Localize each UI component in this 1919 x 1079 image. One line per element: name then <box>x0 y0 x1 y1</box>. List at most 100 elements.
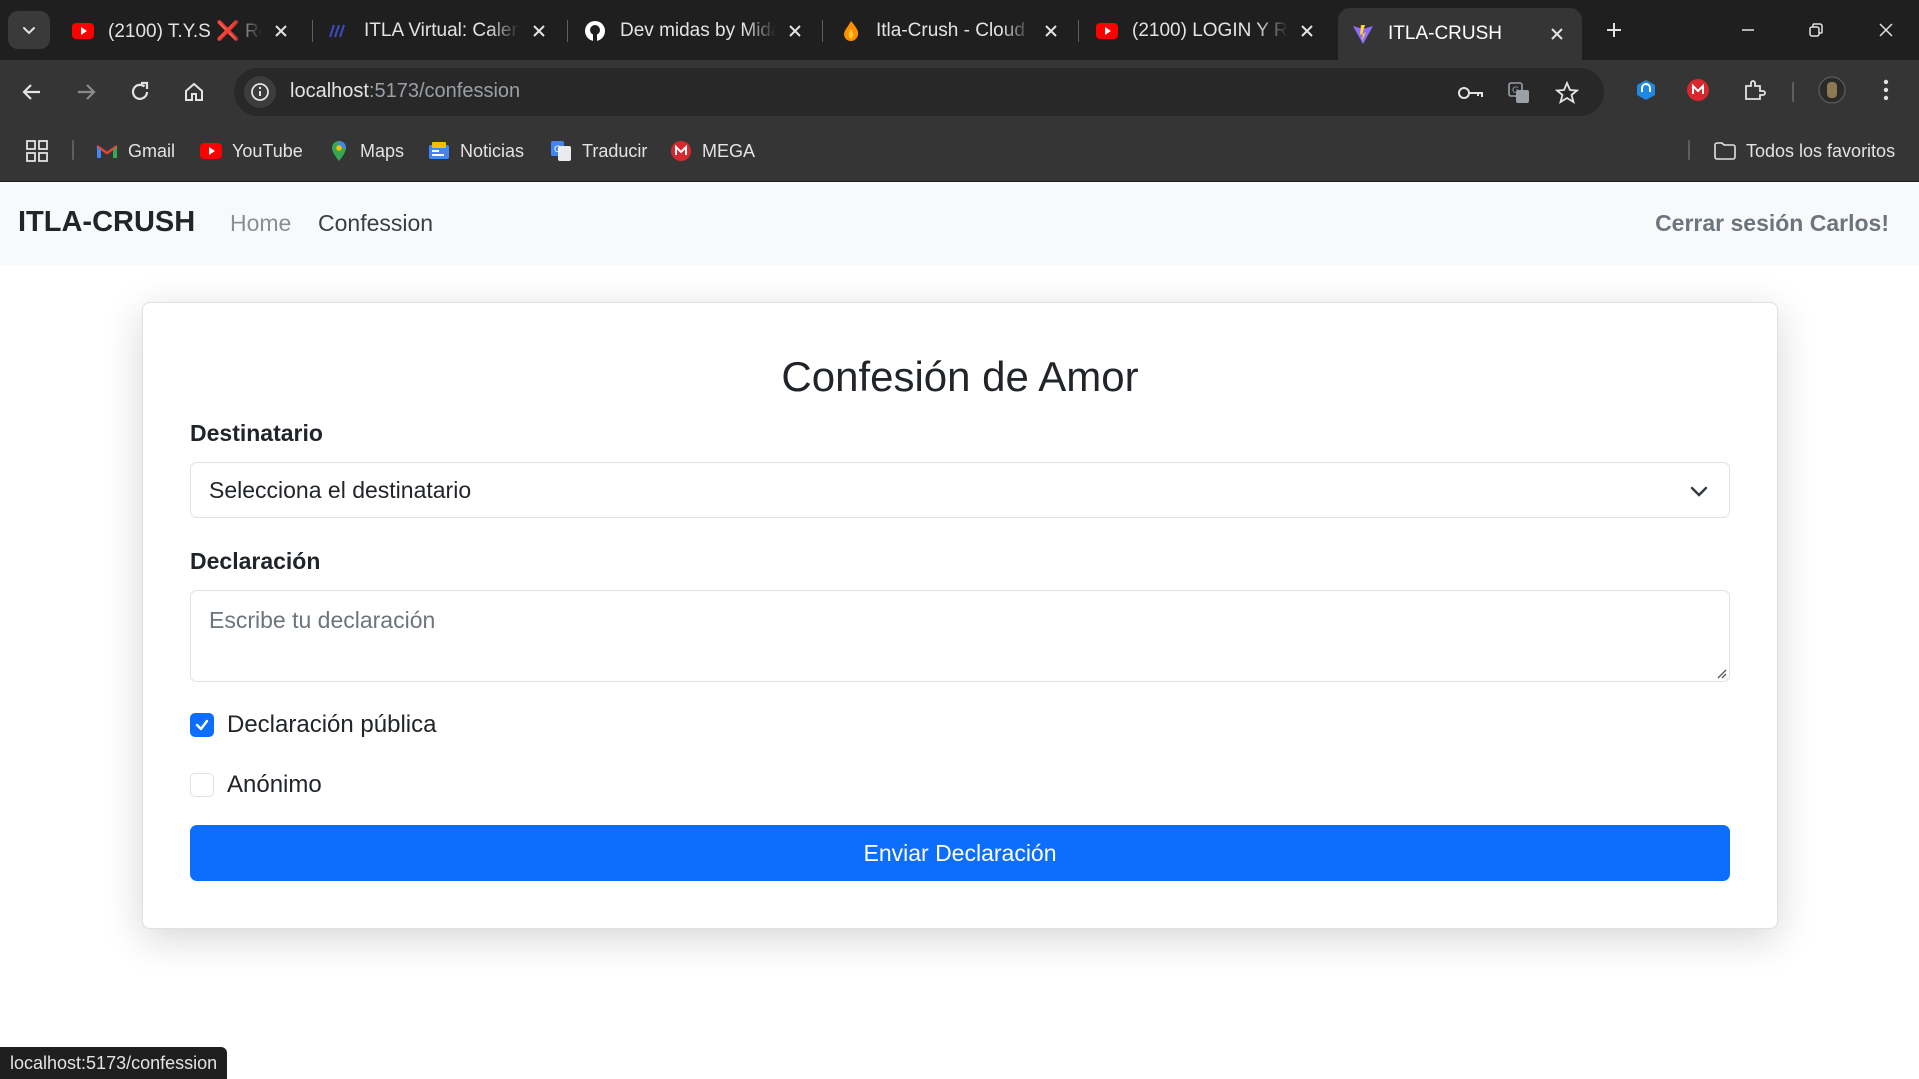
all-bookmarks-label: Todos los favoritos <box>1746 140 1896 161</box>
tab-title: (2100) LOGIN Y RE <box>1132 20 1288 41</box>
address-bar[interactable]: localhost:5173/confession G <box>234 68 1604 116</box>
bookmark-gmail[interactable]: Gmail <box>96 138 175 164</box>
password-key-icon[interactable] <box>1458 80 1484 106</box>
page-title: Confesión de Amor <box>781 353 1139 400</box>
public-checkbox[interactable] <box>190 713 214 737</box>
tab-firebase[interactable]: Itla-Crush - Cloud <box>826 10 1076 52</box>
recipient-label: Destinatario <box>190 420 323 446</box>
close-window-button[interactable] <box>1862 10 1910 50</box>
tab-itla-crush[interactable]: ITLA-CRUSH <box>1338 8 1582 60</box>
declaration-label: Declaración <box>190 548 321 574</box>
anonymous-checkbox-label[interactable]: Anónimo <box>227 771 322 799</box>
plus-icon <box>1607 23 1621 37</box>
svg-text:G: G <box>1512 86 1519 96</box>
tab-strip: (2100) T.Y.S ❌ Ro ITLA Virtual: Calen De… <box>0 0 1919 60</box>
logout-link[interactable]: Cerrar sesión Carlos! <box>1655 210 1889 237</box>
bookmark-mega[interactable]: MEGA <box>670 138 755 164</box>
apps-grid-icon[interactable] <box>26 138 48 164</box>
anonymous-checkbox[interactable] <box>190 773 214 797</box>
tab-separator <box>312 20 313 42</box>
arrow-right-icon <box>78 84 96 100</box>
bookmark-label: Maps <box>360 140 405 161</box>
all-bookmarks-folder[interactable]: Todos los favoritos <box>1714 138 1895 164</box>
app-brand[interactable]: ITLA-CRUSH <box>18 206 195 239</box>
restore-icon <box>1809 23 1823 37</box>
resize-grip-icon[interactable] <box>1715 667 1727 679</box>
tab-title: Itla-Crush - Cloud <box>876 20 1025 41</box>
youtube-icon <box>1096 20 1118 42</box>
forward-button[interactable] <box>68 74 104 110</box>
reload-button[interactable] <box>122 74 158 110</box>
new-tab-button[interactable] <box>1598 14 1630 46</box>
bookmark-label: Gmail <box>128 140 176 161</box>
menu-kebab-icon[interactable] <box>1872 76 1900 104</box>
checkmark-icon <box>195 719 209 731</box>
toolbar-separator <box>1792 82 1794 102</box>
maps-icon <box>328 140 350 162</box>
tab-search-button[interactable] <box>8 11 50 49</box>
gmail-icon <box>96 140 118 162</box>
tab-github[interactable]: Dev midas by Mida <box>570 10 820 52</box>
firebase-icon <box>840 20 862 42</box>
declaration-placeholder: Escribe tu declaración <box>209 607 436 633</box>
arrow-left-icon <box>22 84 40 100</box>
nav-link-confession[interactable]: Confession <box>318 210 433 237</box>
declaration-textarea[interactable]: Escribe tu declaración <box>190 590 1730 682</box>
close-icon[interactable] <box>528 20 550 42</box>
recipient-select-value: Selecciona el destinatario <box>209 477 472 503</box>
close-icon[interactable] <box>1546 23 1568 45</box>
tab-separator <box>822 20 823 42</box>
minimize-button[interactable] <box>1724 10 1772 50</box>
tab-youtube-tys[interactable]: (2100) T.Y.S ❌ Ro <box>58 10 306 52</box>
nav-link-home[interactable]: Home <box>230 210 291 237</box>
youtube-icon <box>72 20 94 42</box>
bookmark-label: YouTube <box>232 140 303 161</box>
close-icon[interactable] <box>784 20 806 42</box>
close-icon <box>1879 23 1893 37</box>
recipient-select[interactable]: Selecciona el destinatario <box>190 462 1730 518</box>
url-text[interactable]: localhost:5173/confession <box>290 80 520 103</box>
close-icon[interactable] <box>1296 20 1318 42</box>
mega-icon <box>670 140 692 162</box>
news-icon <box>428 140 450 162</box>
back-button[interactable] <box>14 74 50 110</box>
translate-icon: G <box>550 140 572 162</box>
public-checkbox-label[interactable]: Declaración pública <box>227 711 436 739</box>
minimize-icon <box>1742 29 1754 31</box>
mega-extension-icon[interactable] <box>1684 76 1712 104</box>
tab-separator <box>567 20 568 42</box>
tab-title: ITLA-CRUSH <box>1388 23 1503 44</box>
close-icon[interactable] <box>270 20 292 42</box>
bookmark-label: Traducir <box>582 140 648 161</box>
bookmark-traducir[interactable]: G Traducir <box>550 138 647 164</box>
translate-icon[interactable]: G <box>1506 80 1532 106</box>
svg-text:G: G <box>554 145 561 155</box>
bookmark-label: MEGA <box>702 140 756 161</box>
itla-icon <box>328 20 350 42</box>
chevron-down-icon <box>1687 479 1711 503</box>
bookmark-youtube[interactable]: YouTube <box>200 138 303 164</box>
bookmark-label: Noticias <box>460 140 525 161</box>
extension-blue-icon[interactable] <box>1632 76 1660 104</box>
url-host: localhost <box>290 80 369 102</box>
reload-icon <box>131 81 149 100</box>
home-button[interactable] <box>176 74 212 110</box>
close-icon[interactable] <box>1040 20 1062 42</box>
profile-avatar[interactable] <box>1818 76 1846 104</box>
github-icon <box>584 20 606 42</box>
submit-button[interactable]: Enviar Declaración <box>190 825 1730 881</box>
browser-toolbar: localhost:5173/confession G <box>0 60 1919 120</box>
status-url-bubble: localhost:5173/confession <box>0 1047 228 1079</box>
bookmark-star-icon[interactable] <box>1554 80 1580 106</box>
bookmark-noticias[interactable]: Noticias <box>428 138 524 164</box>
restore-button[interactable] <box>1792 10 1840 50</box>
bookmark-maps[interactable]: Maps <box>328 138 404 164</box>
url-path: :5173/confession <box>368 80 521 102</box>
chevron-down-icon <box>23 27 35 35</box>
confession-card: Confesión de Amor Destinatario Seleccion… <box>142 302 1778 929</box>
site-info-icon[interactable] <box>244 76 276 108</box>
tab-itla-virtual[interactable]: ITLA Virtual: Calen <box>314 10 564 52</box>
extensions-puzzle-icon[interactable] <box>1740 76 1768 104</box>
tab-youtube-login[interactable]: (2100) LOGIN Y RE <box>1082 10 1332 52</box>
folder-icon <box>1714 140 1736 162</box>
